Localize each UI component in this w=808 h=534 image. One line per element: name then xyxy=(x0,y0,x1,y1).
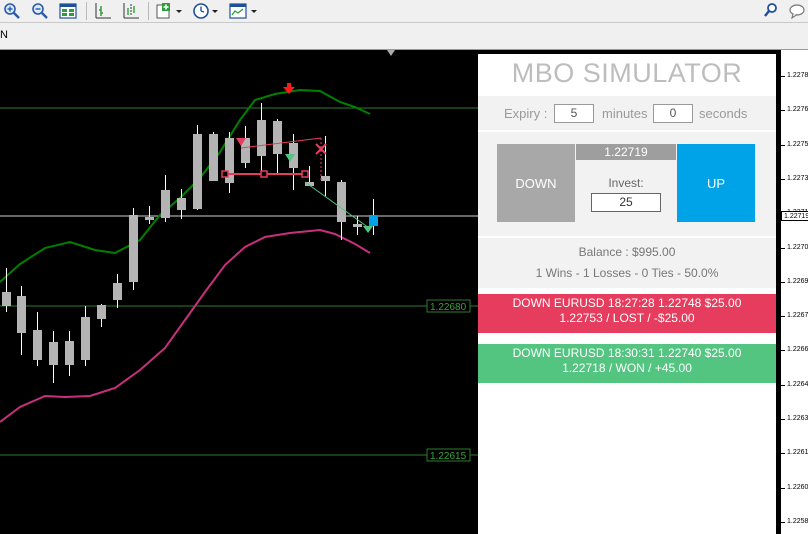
invest-amount-input[interactable]: 25 xyxy=(591,193,661,212)
axis-price-label: 1.22630 xyxy=(787,415,808,422)
trade-result-won: DOWN EURUSD 18:30:31 1.22740 $25.00 1.22… xyxy=(478,344,776,383)
add-indicator-icon[interactable] xyxy=(156,1,184,20)
axis-tick xyxy=(781,419,785,420)
axis-tick xyxy=(781,487,785,489)
axis-tick xyxy=(781,247,785,249)
zoom-out-icon[interactable] xyxy=(31,1,49,20)
win-loss-stats: 1 Wins - 1 Losses - 0 Ties - 50.0% xyxy=(535,266,719,280)
invest-label: Invest: xyxy=(608,176,644,190)
axis-price-label: 1.22645 xyxy=(787,380,808,388)
axis-tick xyxy=(781,76,785,77)
toolbar-separator xyxy=(148,2,149,20)
axis-price-label: 1.22765 xyxy=(787,106,808,114)
bear-candle xyxy=(161,190,170,218)
bear-candle xyxy=(2,292,11,306)
bear-candle xyxy=(145,217,154,220)
stats-area: Balance : $995.00 1 Wins - 1 Losses - 0 … xyxy=(478,238,776,288)
axis-price-label: 1.22705 xyxy=(787,243,808,251)
period-separators-icon[interactable] xyxy=(122,1,140,20)
trade-outcome: 1.22753 / LOST / -$25.00 xyxy=(559,311,695,325)
toolbar-separator xyxy=(86,2,87,20)
chart-tabstrip: N xyxy=(0,23,808,50)
minutes-label: minutes xyxy=(602,106,648,121)
bear-candle xyxy=(257,120,266,156)
axis-price-label: 1.22690 xyxy=(787,277,808,285)
axis-tick xyxy=(781,281,785,283)
tab-label[interactable]: N xyxy=(0,29,8,41)
sell-arrow-icon xyxy=(363,226,373,233)
balance-text: Balance : $995.00 xyxy=(578,245,676,259)
bear-candle xyxy=(321,176,330,181)
axis-tick xyxy=(781,110,785,112)
expiry-minutes-input[interactable]: 5 xyxy=(554,104,594,123)
axis-tick xyxy=(781,144,785,146)
axis-current-price: 1.22719 xyxy=(781,211,808,221)
bear-candle xyxy=(81,317,90,360)
bear-candle xyxy=(97,305,106,319)
axis-price-label: 1.22585 xyxy=(787,517,808,525)
close-cross-icon xyxy=(315,143,327,155)
chart-bars-icon[interactable] xyxy=(94,1,112,20)
bear-candle xyxy=(193,134,202,209)
axis-tick xyxy=(781,453,785,455)
seconds-label: seconds xyxy=(699,106,748,121)
trade-marker xyxy=(260,170,268,178)
trade-marker xyxy=(221,170,229,178)
toolbar xyxy=(0,0,808,23)
mbo-simulator-panel: MBO SIMULATOR Expiry : 5 minutes 0 secon… xyxy=(478,54,776,534)
axis-price-label: 1.22675 xyxy=(787,312,808,320)
trade-marker xyxy=(301,170,309,178)
axis-tick xyxy=(781,350,785,352)
zoom-in-icon[interactable] xyxy=(3,1,21,20)
axis-tick xyxy=(781,521,785,523)
trade-controls: DOWN 1.22719 Invest: 25 UP xyxy=(478,132,776,236)
upper-band-line xyxy=(0,88,371,283)
expiry-seconds-input[interactable]: 0 xyxy=(653,104,693,123)
axis-price-label: 1.22600 xyxy=(787,483,808,491)
bear-candle xyxy=(273,121,282,154)
search-icon[interactable] xyxy=(763,1,779,20)
up-button[interactable]: UP xyxy=(677,144,755,222)
axis-tick xyxy=(781,178,785,180)
trade-details: DOWN EURUSD 18:27:28 1.22748 $25.00 xyxy=(512,296,742,310)
templates-icon[interactable] xyxy=(229,1,259,20)
bear-candle xyxy=(65,341,74,365)
expiry-label: Expiry : xyxy=(504,106,548,121)
axis-price-label: 1.22735 xyxy=(787,174,808,182)
axis-price-label: 1.22660 xyxy=(787,346,808,354)
trade-outcome: 1.22718 / WON / +45.00 xyxy=(562,361,692,375)
trade-details: DOWN EURUSD 18:30:31 1.22740 $25.00 xyxy=(512,346,742,360)
bear-candle xyxy=(17,296,26,333)
level-price-label: 1.22680 xyxy=(430,302,467,313)
price-axis: 1.22780 1.22765 1.22750 1.22735 1.22719 1.227… xyxy=(780,50,808,534)
bear-candle xyxy=(49,342,58,365)
lower-band-line xyxy=(0,228,371,423)
bear-candle xyxy=(177,198,186,210)
tile-windows-icon[interactable] xyxy=(59,1,77,20)
bear-candle xyxy=(209,134,218,181)
bear-candle xyxy=(113,283,122,300)
chat-icon[interactable] xyxy=(788,1,808,20)
axis-tick xyxy=(781,316,785,318)
expiry-row: Expiry : 5 minutes 0 seconds xyxy=(478,96,776,130)
axis-price-label: 1.22750 xyxy=(787,140,808,148)
clock-icon[interactable] xyxy=(192,1,220,20)
axis-price-label: 1.22615 xyxy=(787,449,808,457)
trade-result-lost: DOWN EURUSD 18:27:28 1.22748 $25.00 1.22… xyxy=(478,294,776,333)
bull-candle xyxy=(369,215,378,226)
bear-candle xyxy=(33,330,42,360)
axis-price-label: 1.22780 xyxy=(787,72,808,79)
level-price-label: 1.22615 xyxy=(430,451,467,462)
bear-candle xyxy=(337,182,346,222)
axis-tick xyxy=(781,384,785,386)
panel-title: MBO SIMULATOR xyxy=(511,58,743,88)
bear-candle xyxy=(353,224,362,227)
bear-candle xyxy=(129,215,138,282)
chart-shift-marker xyxy=(387,50,395,56)
down-button[interactable]: DOWN xyxy=(497,144,575,222)
current-price: 1.22719 xyxy=(576,144,676,160)
